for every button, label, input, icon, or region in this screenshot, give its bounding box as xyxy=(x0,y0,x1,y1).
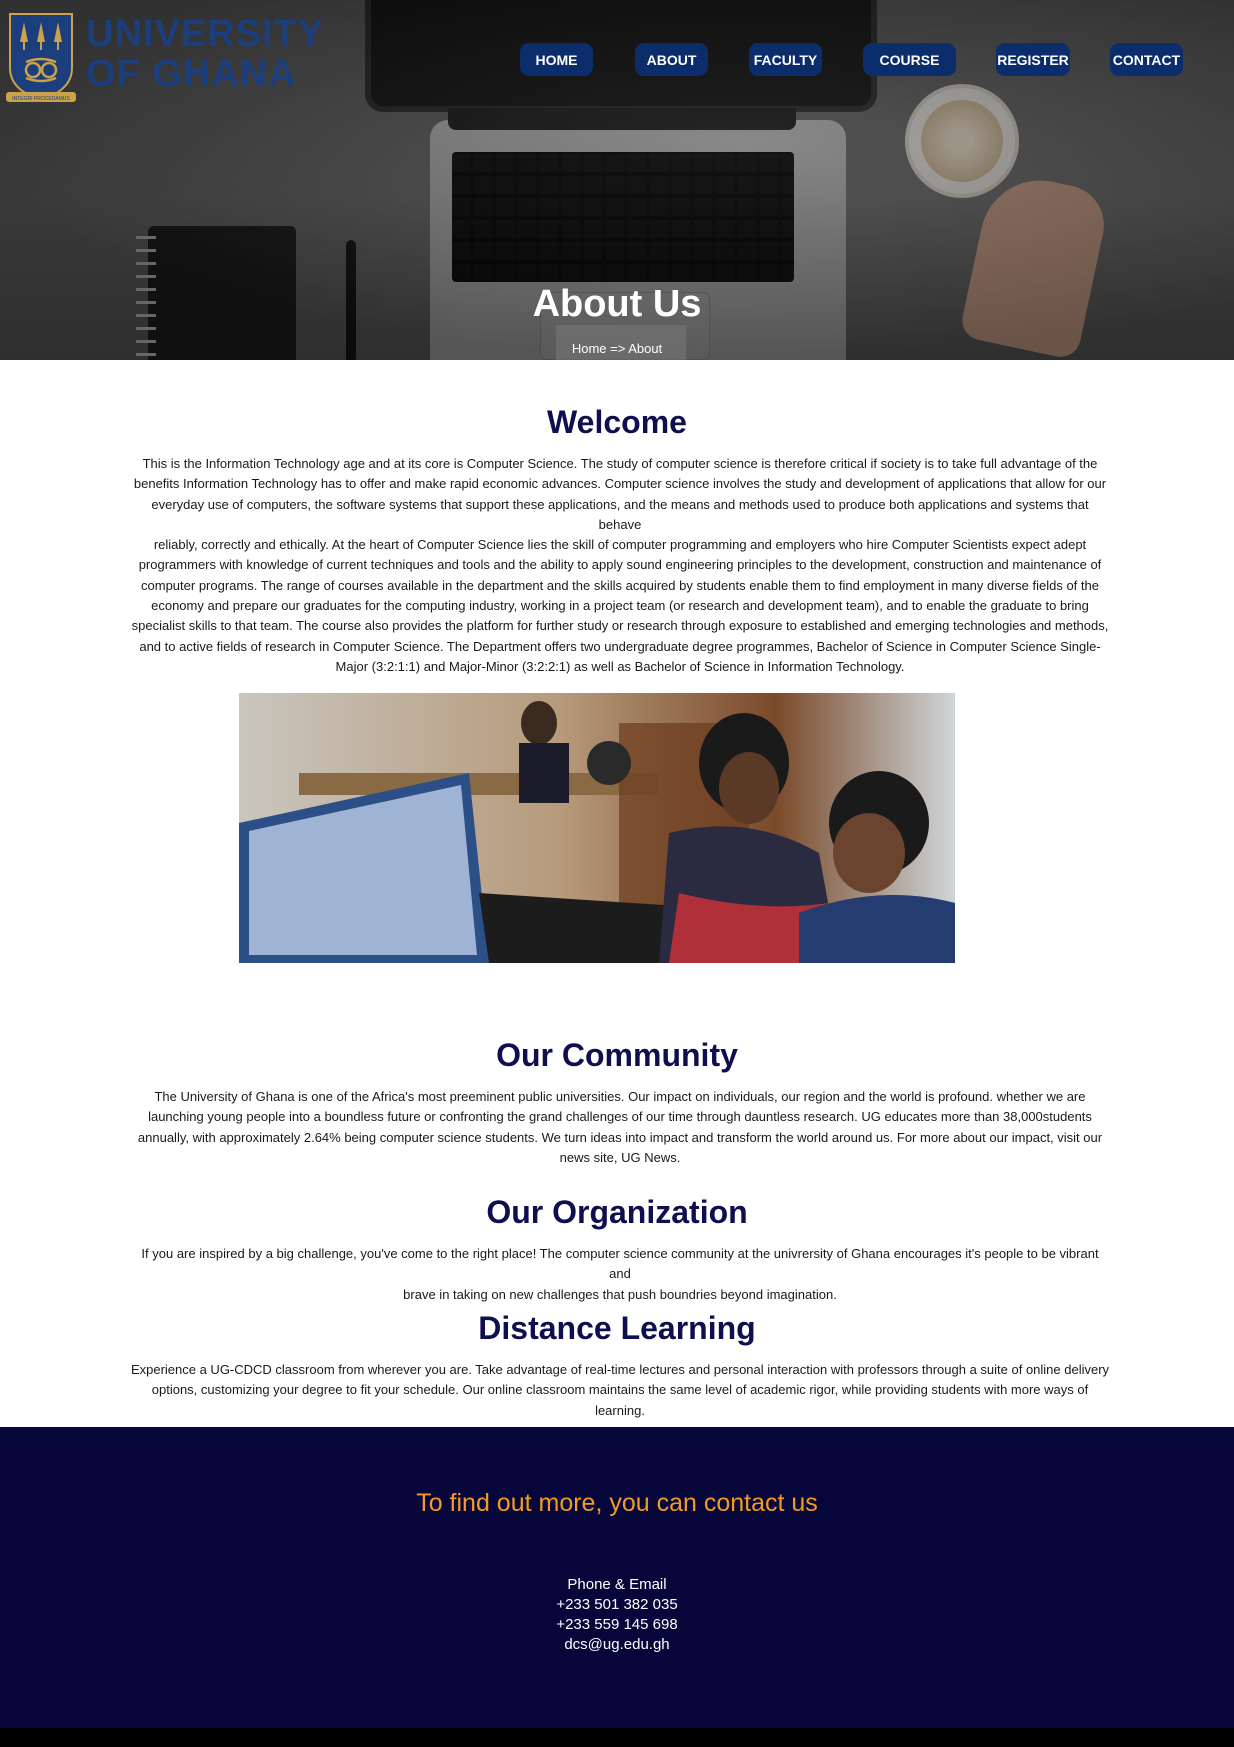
nav-about-button[interactable]: ABOUT xyxy=(635,43,708,76)
welcome-line: and to active fields of research in Comp… xyxy=(139,638,1101,654)
distance-learning-line: options, customizing your degree to fit … xyxy=(151,1382,1089,1418)
distance-learning-heading: Distance Learning xyxy=(478,1310,756,1346)
community-line: news site, UG News. xyxy=(559,1149,681,1165)
community-line: The University of Ghana is one of the Af… xyxy=(154,1089,1086,1104)
main-nav: HOME ABOUT FACULTY COURSE REGISTER CONTA… xyxy=(0,43,1234,77)
distance-learning-paragraph: Experience a UG-CDCD classroom from wher… xyxy=(130,1360,1110,1421)
welcome-line: benefits Information Technology has to o… xyxy=(133,476,1107,492)
welcome-heading: Welcome xyxy=(547,404,687,440)
welcome-line: computer programs. The range of courses … xyxy=(141,577,1099,593)
organization-paragraph: If you are inspired by a big challenge, … xyxy=(130,1244,1110,1305)
nav-faculty-button[interactable]: FACULTY xyxy=(749,43,822,76)
welcome-line: reliably, correctly and ethically. At th… xyxy=(153,537,1087,553)
phone-number-1[interactable]: +233 501 382 035 xyxy=(0,1596,1234,1613)
welcome-line: economy and prepare our graduates for th… xyxy=(151,598,1089,614)
organization-line: brave in taking on new challenges that p… xyxy=(403,1286,837,1302)
students-photo xyxy=(239,693,955,963)
community-line: annually, with approximately 2.64% being… xyxy=(137,1129,1103,1145)
phone-number-2[interactable]: +233 559 145 698 xyxy=(0,1616,1234,1633)
contact-heading: Phone & Email xyxy=(567,1576,667,1593)
nav-home-button[interactable]: HOME xyxy=(520,43,593,76)
community-line: launching young people into a boundless … xyxy=(148,1109,1092,1125)
nav-course-button[interactable]: COURSE xyxy=(863,43,956,76)
contact-cta: To find out more, you can contact us xyxy=(416,1489,818,1517)
welcome-line: This is the Information Technology age a… xyxy=(142,456,1098,471)
community-heading: Our Community xyxy=(496,1037,738,1073)
organization-heading: Our Organization xyxy=(486,1194,748,1230)
page-title: About Us xyxy=(532,283,702,325)
motto-text: INTEGRI PROCEDAMUS xyxy=(12,96,70,102)
distance-learning-line: Experience a UG-CDCD classroom from wher… xyxy=(130,1362,1110,1377)
welcome-line: Major (3:2:1:1) and Major-Minor (3:2:2:1… xyxy=(335,658,905,674)
email-link[interactable]: dcs@ug.edu.gh xyxy=(0,1636,1234,1653)
community-paragraph: The University of Ghana is one of the Af… xyxy=(130,1087,1110,1168)
welcome-line: specialist skills to that team. The cour… xyxy=(131,618,1109,634)
welcome-line: everyday use of computers, the software … xyxy=(151,496,1089,532)
bottom-bar xyxy=(0,1728,1234,1747)
welcome-paragraph: This is the Information Technology age a… xyxy=(130,454,1110,677)
nav-contact-button[interactable]: CONTACT xyxy=(1110,43,1183,76)
welcome-line: programmers with knowledge of current te… xyxy=(138,557,1102,573)
organization-line: If you are inspired by a big challenge, … xyxy=(141,1246,1099,1282)
nav-register-button[interactable]: REGISTER xyxy=(996,43,1070,76)
breadcrumb: Home => About xyxy=(571,341,663,356)
